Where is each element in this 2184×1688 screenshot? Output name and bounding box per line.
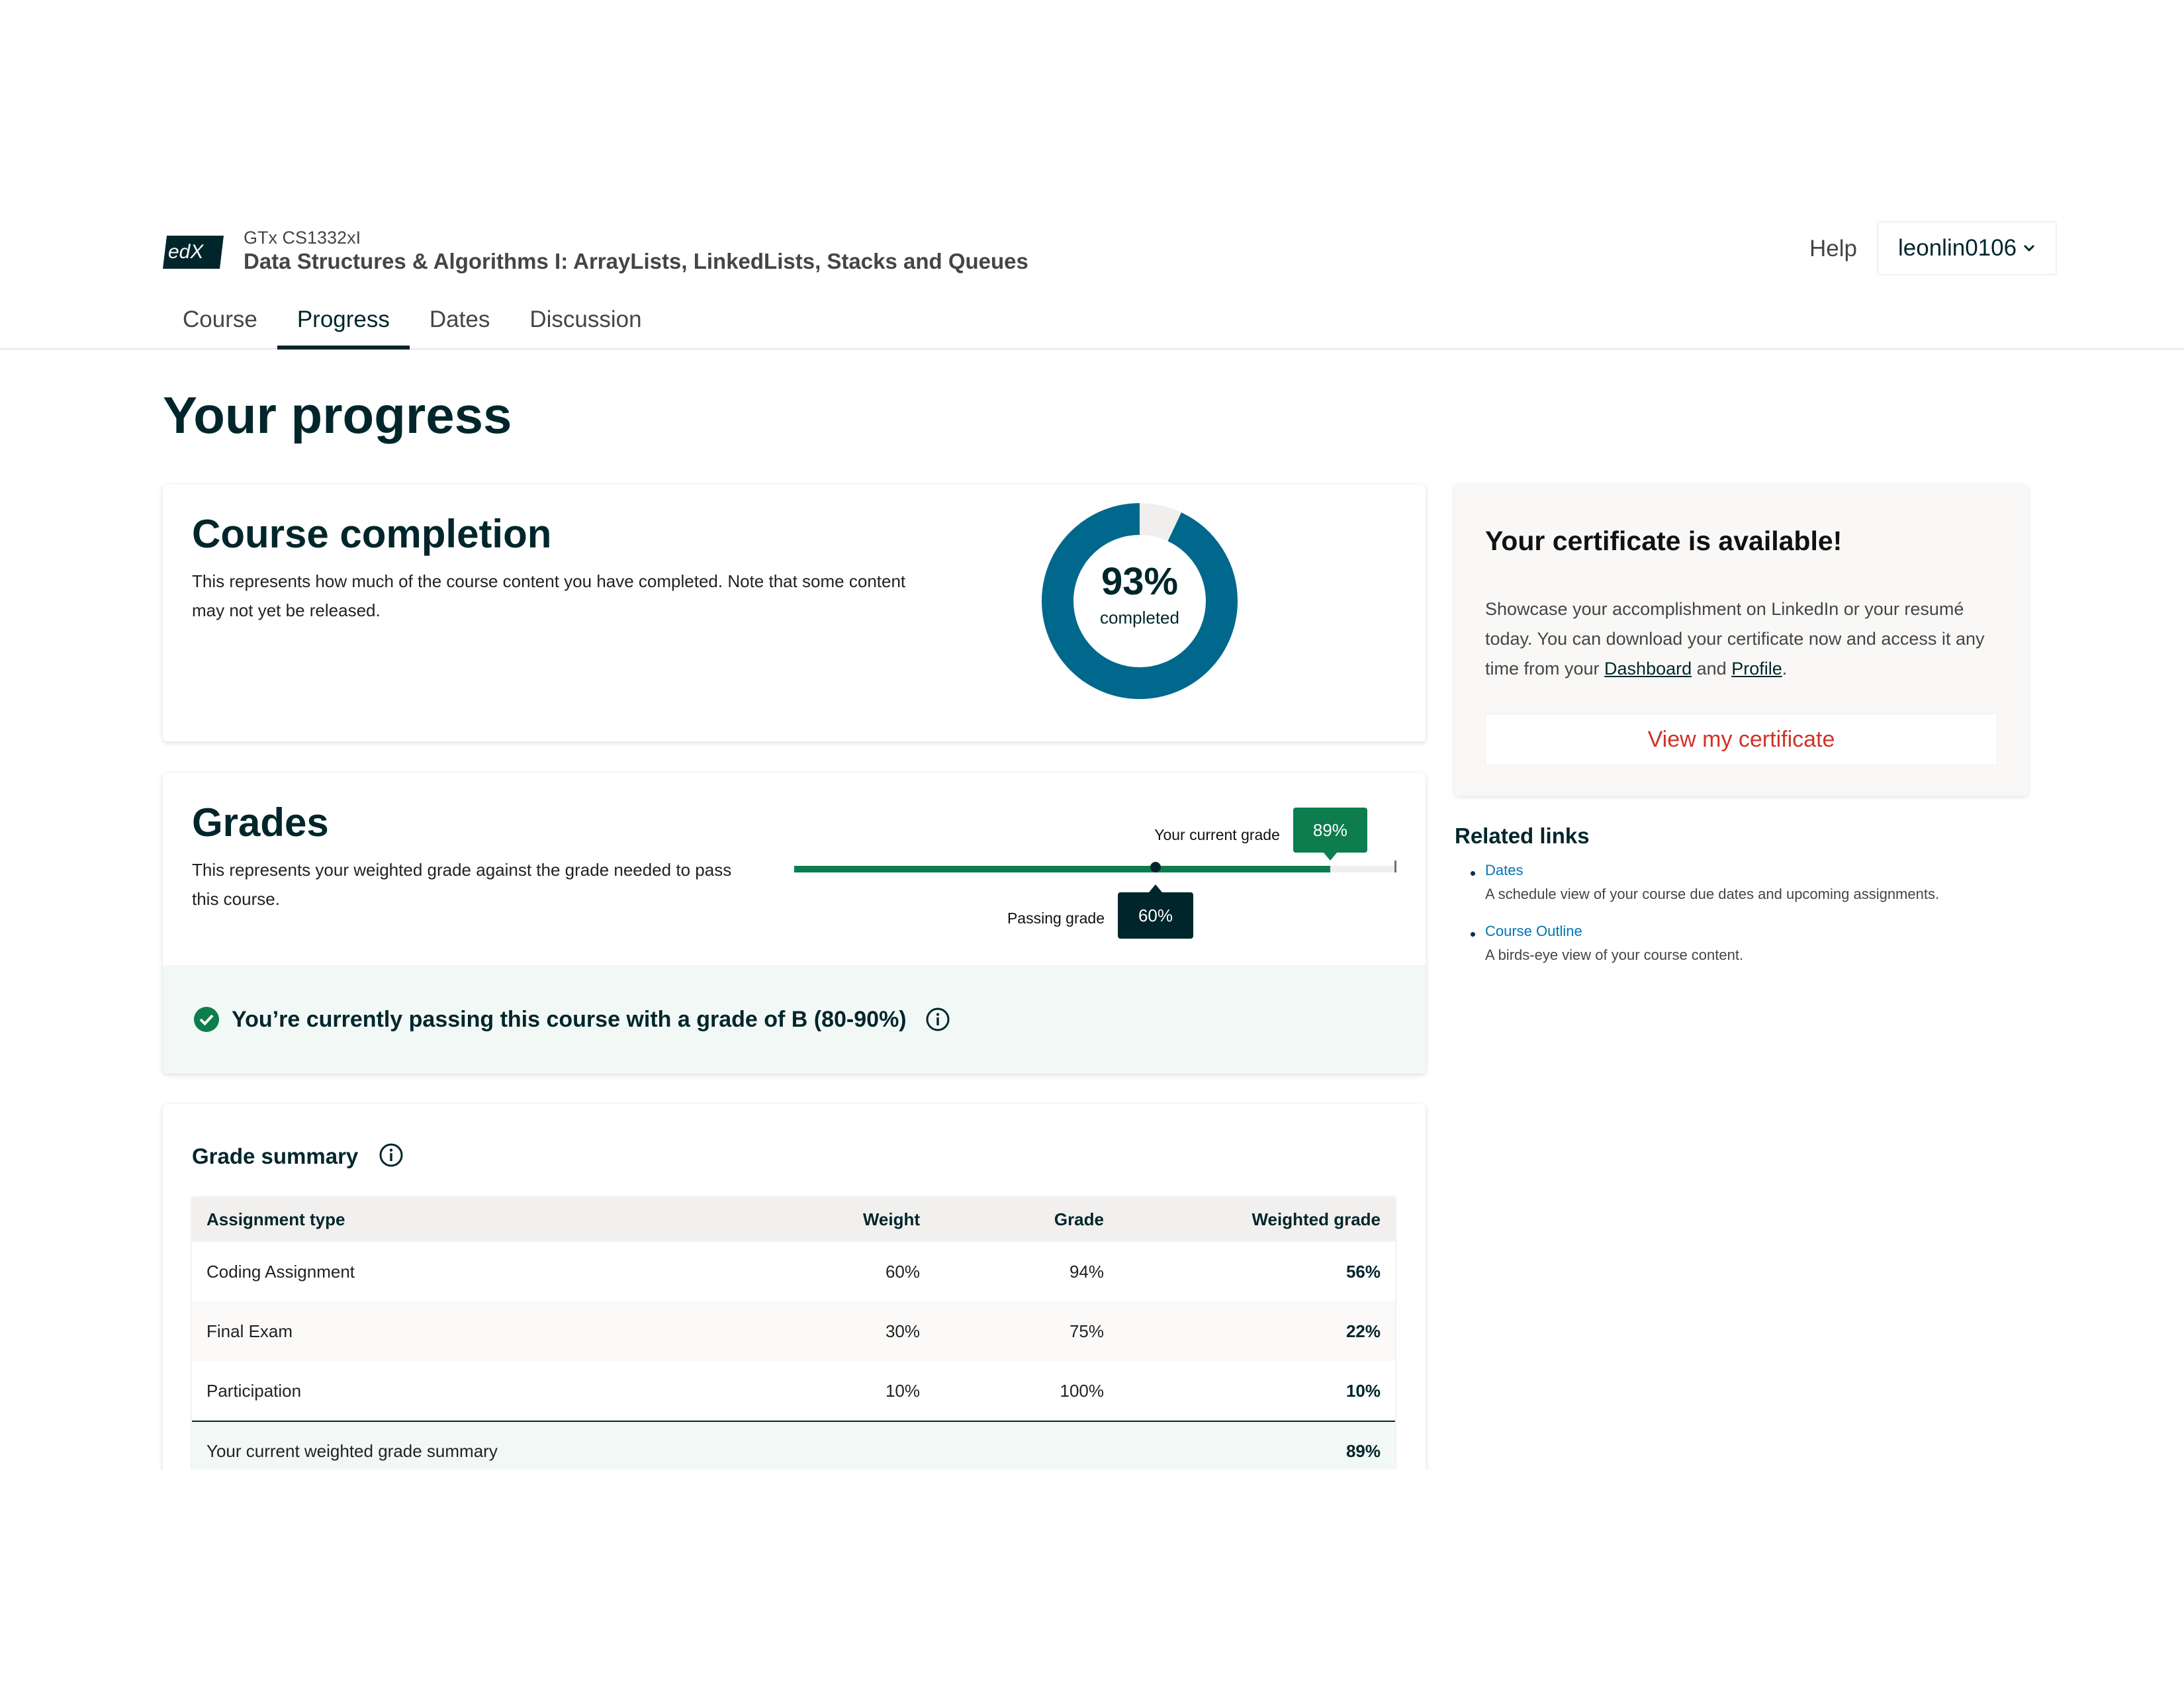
column-header: Grade (1054, 1209, 1104, 1229)
logo-text: edX (168, 241, 204, 263)
page-bottom-blank (0, 1470, 2184, 1688)
tab-progress[interactable]: Progress (277, 301, 410, 350)
grades-title: Grades (192, 800, 329, 845)
passing-grade-label: Passing grade (1007, 910, 1105, 927)
page-title: Your progress (163, 386, 512, 444)
weighted-grade-cell: 22% (1345, 1321, 1381, 1341)
grade-bar: Your current grade 89% Passing grade 60% (794, 800, 1396, 945)
completion-percent: 93% (1101, 560, 1178, 603)
weight-cell: 60% (885, 1261, 920, 1282)
course-completion-card: Course completion This represents how mu… (163, 485, 1426, 741)
user-menu-button[interactable]: leonlin0106 (1877, 221, 2057, 275)
column-header: Assignment type (206, 1209, 345, 1229)
list-item: Course Outline A birds-eye view of your … (1455, 923, 2028, 964)
period-text: . (1782, 659, 1788, 679)
assignment-type-cell: Final Exam (206, 1321, 293, 1341)
column-header: Weight (862, 1209, 920, 1229)
tab-course[interactable]: Course (163, 301, 277, 350)
passing-grade-badge: 60% (1118, 884, 1193, 939)
certificate-description: Showcase your accomplishment on LinkedIn… (1485, 594, 2008, 684)
weight-cell: 30% (885, 1321, 920, 1341)
username: leonlin0106 (1898, 235, 2017, 261)
grade-summary-card: Grade summary Assignment type Weight Gra… (163, 1104, 1426, 1475)
assignment-type-cell: Coding Assignment (206, 1261, 355, 1282)
related-links: Related links Dates A schedule view of y… (1455, 823, 2028, 984)
grades-description: This represents your weighted grade agai… (192, 860, 732, 909)
column-header: Weighted grade (1251, 1209, 1381, 1229)
profile-link[interactable]: Profile (1731, 659, 1782, 679)
help-link[interactable]: Help (1809, 236, 1857, 262)
weighted-grade-cell: 56% (1345, 1261, 1381, 1282)
passing-status-banner: You’re currently passing this course wit… (163, 965, 1426, 1074)
link-description: A schedule view of your course due dates… (1485, 886, 1940, 902)
current-grade-label: Your current grade (1154, 826, 1280, 843)
dates-link[interactable]: Dates (1485, 862, 2028, 879)
assignment-type-cell: Participation (206, 1380, 302, 1401)
grade-summary-table: Assignment type Weight Grade Weighted gr… (192, 1197, 1395, 1475)
completion-donut-chart: 93% completed (1042, 503, 1238, 699)
total-value: 89% (1345, 1440, 1381, 1461)
edx-logo[interactable]: edX (163, 234, 224, 270)
view-certificate-button[interactable]: View my certificate (1485, 714, 1997, 765)
course-tabs: Course Progress Dates Discussion (163, 301, 662, 350)
completion-title: Course completion (192, 512, 552, 556)
completion-description: This represents how much of the course c… (192, 571, 906, 620)
total-label: Your current weighted grade summary (206, 1440, 498, 1461)
link-description: A birds-eye view of your course content. (1485, 947, 1744, 963)
check-circle-icon (194, 1007, 219, 1032)
chevron-down-icon (2024, 244, 2035, 252)
course-title: Data Structures & Algorithms I: ArrayLis… (244, 249, 1028, 273)
grades-card: Grades This represents your weighted gra… (163, 773, 1426, 1074)
table-total-row: Your current weighted grade summary 89% (192, 1421, 1395, 1475)
course-header: edX GTx CS1332xI Data Structures & Algor… (0, 221, 2184, 350)
tab-dates[interactable]: Dates (410, 301, 510, 350)
table-row: Final Exam 30% 75% 22% (192, 1301, 1395, 1361)
info-icon[interactable] (925, 1007, 950, 1032)
table-row: Coding Assignment 60% 94% 56% (192, 1242, 1395, 1301)
certificate-title: Your certificate is available! (1485, 526, 1843, 556)
grade-summary-title: Grade summary (192, 1144, 359, 1168)
grade-bar-fill (794, 866, 1330, 872)
passing-grade-marker (1150, 862, 1161, 872)
course-outline-link[interactable]: Course Outline (1485, 923, 2028, 940)
table-row: Participation 10% 100% 10% (192, 1361, 1395, 1421)
grade-cell: 75% (1069, 1321, 1104, 1341)
current-grade-badge: 89% (1293, 808, 1367, 861)
grade-bar-end-tick (1394, 861, 1396, 872)
weight-cell: 10% (885, 1380, 920, 1401)
and-text: and (1692, 659, 1732, 679)
grade-cell: 100% (1060, 1380, 1105, 1401)
list-item: Dates A schedule view of your course due… (1455, 862, 2028, 903)
table-header-row: Assignment type Weight Grade Weighted gr… (192, 1197, 1395, 1242)
related-links-title: Related links (1455, 823, 1590, 848)
passing-status-message: You’re currently passing this course wit… (232, 1006, 907, 1032)
info-icon[interactable] (379, 1143, 404, 1168)
tab-discussion[interactable]: Discussion (510, 301, 661, 350)
grade-cell: 94% (1069, 1261, 1104, 1282)
weighted-grade-cell: 10% (1345, 1380, 1381, 1401)
certificate-card: Your certificate is available! Showcase … (1455, 485, 2028, 796)
dashboard-link[interactable]: Dashboard (1604, 659, 1692, 679)
completion-label: completed (1100, 608, 1179, 628)
related-links-list: Dates A schedule view of your course due… (1455, 862, 2028, 964)
course-org-code: GTx CS1332xI (244, 228, 361, 248)
